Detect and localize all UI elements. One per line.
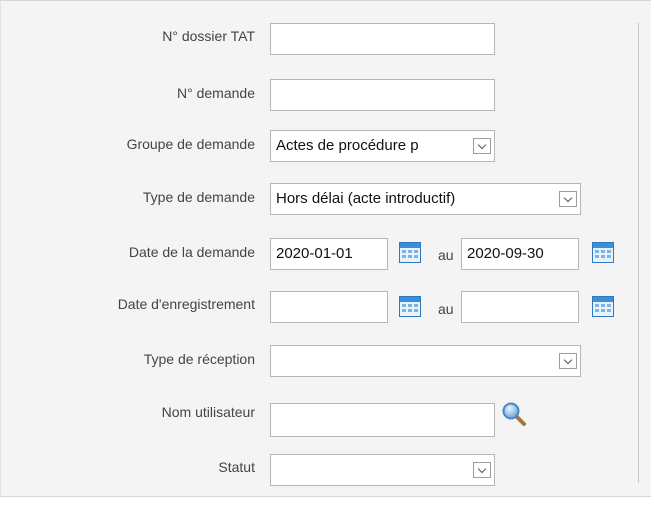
- type-select-value: Hors délai (acte introductif): [276, 190, 456, 207]
- calendar-icon[interactable]: [592, 242, 614, 263]
- calendar-icon[interactable]: [399, 296, 421, 317]
- date-enreg-au: au: [438, 301, 454, 317]
- date-demande-au: au: [438, 247, 454, 263]
- chevron-down-icon[interactable]: [559, 353, 577, 369]
- demande-label: N° demande: [177, 85, 255, 101]
- groupe-select[interactable]: Actes de procédure p: [270, 130, 495, 162]
- dossier-label: N° dossier TAT: [162, 28, 255, 44]
- dossier-input[interactable]: [270, 23, 495, 55]
- date-enreg-from-input[interactable]: [270, 291, 388, 323]
- date-demande-label: Date de la demande: [128, 244, 255, 260]
- search-form-panel: N° dossier TAT N° demande Groupe de dema…: [0, 0, 651, 497]
- chevron-down-icon[interactable]: [473, 138, 491, 154]
- chevron-down-icon[interactable]: [473, 462, 491, 478]
- date-demande-from-input[interactable]: 2020-01-01: [270, 238, 388, 270]
- date-demande-to-input[interactable]: 2020-09-30: [461, 238, 579, 270]
- date-enreg-label: Date d'enregistrement: [117, 296, 255, 312]
- statut-label: Statut: [218, 459, 255, 475]
- calendar-icon[interactable]: [399, 242, 421, 263]
- panel-divider: [638, 23, 639, 483]
- chevron-down-icon[interactable]: [559, 191, 577, 207]
- type-label: Type de demande: [142, 189, 255, 205]
- reception-select[interactable]: [270, 345, 581, 377]
- statut-select[interactable]: [270, 454, 495, 486]
- calendar-icon[interactable]: [592, 296, 614, 317]
- utilisateur-label: Nom utilisateur: [161, 404, 255, 420]
- reception-label: Type de réception: [143, 351, 255, 367]
- search-icon[interactable]: [501, 401, 527, 427]
- type-select[interactable]: Hors délai (acte introductif): [270, 183, 581, 215]
- groupe-select-value: Actes de procédure p: [276, 137, 419, 154]
- date-enreg-to-input[interactable]: [461, 291, 579, 323]
- groupe-label: Groupe de demande: [126, 136, 255, 152]
- demande-input[interactable]: [270, 79, 495, 111]
- utilisateur-input[interactable]: [270, 403, 495, 437]
